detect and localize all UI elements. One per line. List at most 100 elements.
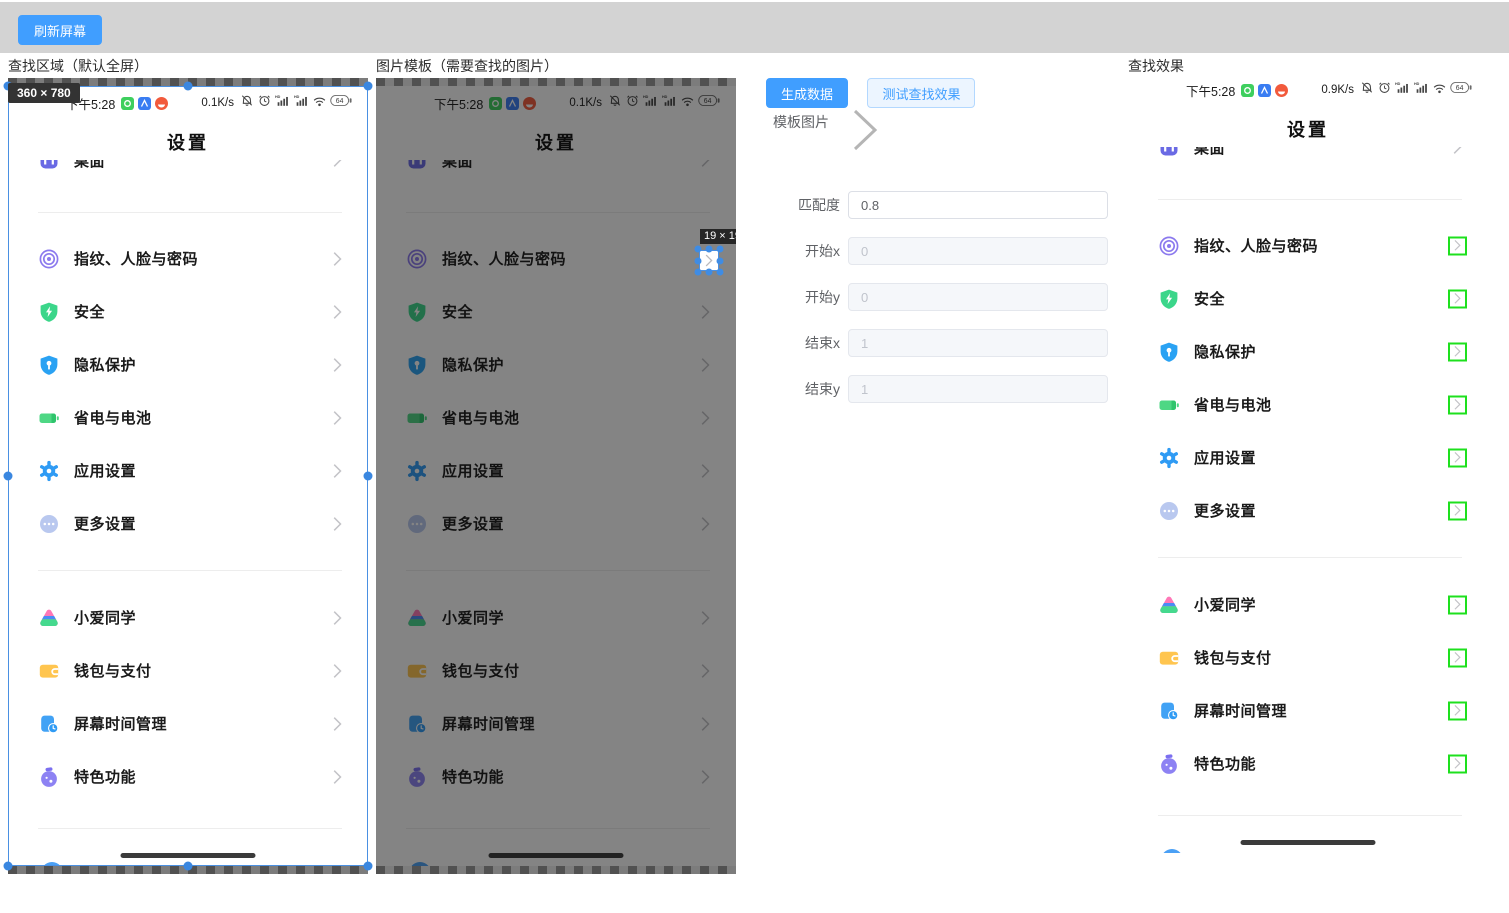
settings-item-label: 屏幕时间管理	[74, 713, 167, 734]
start-y-input[interactable]	[848, 283, 1108, 311]
svg-text:64: 64	[336, 98, 344, 105]
selection-handle[interactable]	[184, 862, 193, 871]
selection-handle[interactable]	[4, 472, 13, 481]
template-selection-handle[interactable]	[717, 257, 724, 264]
settings-item-label: 指纹、人脸与密码	[1194, 235, 1318, 256]
template-size-badge: 19 × 19	[700, 229, 736, 244]
signal-icon: HD	[294, 94, 309, 112]
screen-time-icon	[1158, 700, 1180, 722]
chevron-right-icon	[333, 463, 342, 478]
search-region-screenshot[interactable]: 下午5:280.1K/sHDHD64设置桌面指纹、人脸与密码安全隐私保护省电与电…	[8, 78, 368, 874]
battery-icon	[1158, 394, 1180, 416]
start-x-input[interactable]	[848, 237, 1108, 265]
match-highlight-box	[1448, 648, 1467, 667]
settings-item-label: 安全	[74, 301, 105, 322]
divider	[38, 828, 342, 829]
end-x-input[interactable]	[848, 329, 1108, 357]
dim-overlay	[376, 86, 736, 866]
marching-ants-border	[376, 78, 736, 86]
settings-item-label: 小爱同学	[1194, 594, 1256, 615]
chevron-right-icon	[1453, 147, 1462, 155]
chevron-right-icon	[333, 769, 342, 784]
chevron-right-icon	[333, 610, 342, 625]
home-indicator	[121, 853, 256, 858]
settings-item-label: 省电与电池	[1194, 394, 1272, 415]
chevron-right-icon	[333, 663, 342, 678]
match-highlight-box	[1448, 395, 1467, 414]
template-selection-handle[interactable]	[706, 269, 713, 276]
more-settings-icon	[1158, 500, 1180, 522]
field-label: 结束x	[766, 333, 840, 353]
selection-handle[interactable]	[364, 862, 373, 871]
selection-handle[interactable]	[364, 82, 373, 91]
generate-data-button[interactable]: 生成数据	[766, 78, 848, 108]
chevron-right-icon	[333, 160, 342, 168]
template-image-preview[interactable]	[851, 108, 879, 152]
selection-handle[interactable]	[184, 82, 193, 91]
settings-item-label: 钱包与支付	[74, 660, 152, 681]
form-field-row: 匹配度	[766, 191, 1126, 219]
match-highlight-box	[1448, 448, 1467, 467]
match-degree-input[interactable]	[848, 191, 1108, 219]
template-screenshot[interactable]: 下午5:280.1K/sHDHD64设置桌面指纹、人脸与密码安全隐私保护省电与电…	[376, 78, 736, 874]
chevron-right-icon	[1454, 452, 1461, 464]
mail-app-icon	[155, 97, 168, 110]
desktop-icon	[1158, 147, 1180, 158]
settings-list-item: 省电与电池	[1128, 378, 1488, 431]
battery-icon: 64	[1450, 81, 1472, 99]
selection-handle[interactable]	[364, 472, 373, 481]
svg-text:64: 64	[1456, 85, 1464, 92]
fingerprint-icon	[38, 248, 60, 270]
template-selection-handle[interactable]	[695, 246, 702, 253]
chevron-right-icon	[851, 108, 879, 152]
settings-item-label: 隐私保护	[74, 354, 136, 375]
phone-screenshot[interactable]: 下午5:280.1K/sHDHD64设置桌面指纹、人脸与密码安全隐私保护省电与电…	[8, 86, 368, 866]
end-y-input[interactable]	[848, 375, 1108, 403]
chevron-right-icon	[1453, 147, 1462, 155]
chevron-right-icon	[1454, 705, 1461, 717]
match-highlight-box	[1448, 236, 1467, 255]
refresh-screen-button[interactable]: 刷新屏幕	[18, 15, 102, 45]
settings-list-item: 安全	[1128, 272, 1488, 325]
template-selection-handle[interactable]	[717, 269, 724, 276]
partial-icon	[1161, 849, 1183, 853]
match-highlight-box	[1448, 754, 1467, 773]
privacy-icon	[38, 354, 60, 376]
settings-item-label: 安全	[1194, 288, 1225, 309]
field-label: 开始y	[766, 287, 840, 307]
settings-item-label: 应用设置	[1194, 447, 1256, 468]
settings-item-label: 桌面	[1194, 147, 1225, 158]
travel-app-icon	[138, 97, 151, 110]
template-selection-handle[interactable]	[717, 246, 724, 253]
alarm-icon	[1378, 81, 1391, 99]
wallet-icon	[38, 660, 60, 682]
features-icon	[1158, 753, 1180, 775]
settings-item-label: 应用设置	[74, 460, 136, 481]
app-settings-icon	[1158, 447, 1180, 469]
xiaoai-icon	[1158, 594, 1180, 616]
phone-screenshot[interactable]: 下午5:280.1K/sHDHD64设置桌面指纹、人脸与密码安全隐私保护省电与电…	[376, 86, 736, 866]
chevron-right-icon	[1454, 758, 1461, 770]
chevron-right-icon	[1454, 240, 1461, 252]
settings-list-item: 特色功能	[8, 750, 368, 803]
chevron-right-icon	[333, 716, 342, 731]
settings-list-item: 钱包与支付	[1128, 631, 1488, 684]
template-selection-handle[interactable]	[695, 257, 702, 264]
settings-list-item: 隐私保护	[1128, 325, 1488, 378]
chevron-right-icon	[333, 304, 342, 319]
field-label: 结束y	[766, 379, 840, 399]
selection-handle[interactable]	[4, 862, 13, 871]
messenger-app-icon	[1241, 84, 1254, 97]
test-search-button[interactable]: 测试查找效果	[867, 78, 975, 108]
messenger-app-icon	[121, 97, 134, 110]
settings-list-item: 隐私保护	[8, 338, 368, 391]
chevron-right-icon	[333, 251, 342, 266]
template-selection-handle[interactable]	[706, 246, 713, 253]
settings-list-item: 指纹、人脸与密码	[1128, 219, 1488, 272]
field-label: 开始x	[766, 241, 840, 261]
template-selection-handle[interactable]	[695, 269, 702, 276]
result-screenshot[interactable]: 下午5:280.9K/sHDHD64设置桌面指纹、人脸与密码安全隐私保护省电与电…	[1128, 73, 1488, 853]
status-time: 下午5:28	[1186, 81, 1235, 100]
settings-list-item: 安全	[8, 285, 368, 338]
settings-item-label: 屏幕时间管理	[1194, 700, 1287, 721]
